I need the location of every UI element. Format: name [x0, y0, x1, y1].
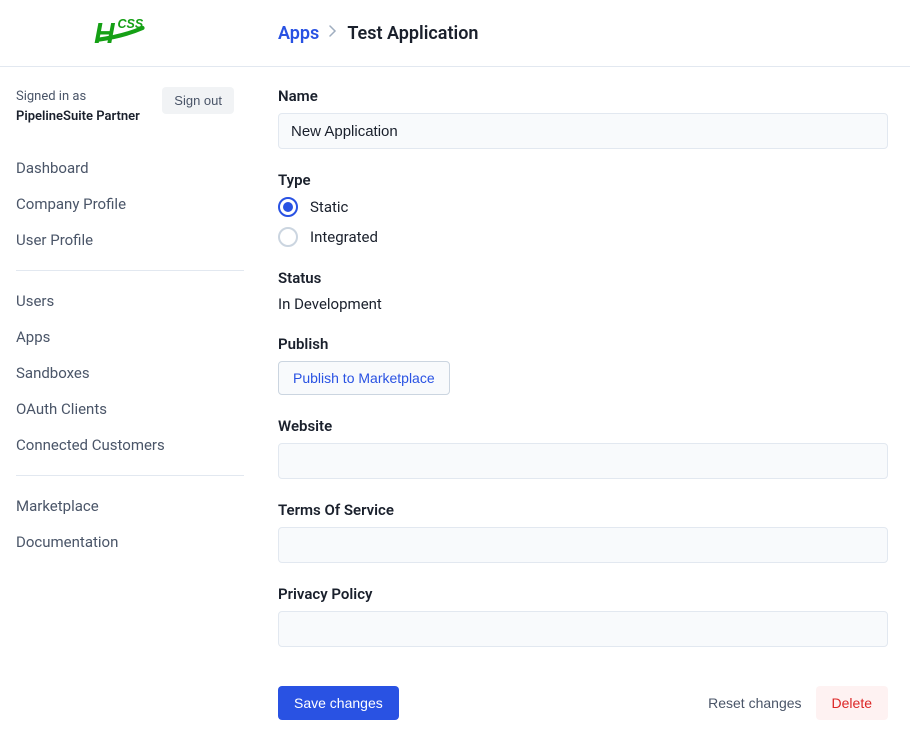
nav-section-resources: Users Apps Sandboxes OAuth Clients Conne… — [16, 270, 244, 463]
sidebar-item-apps[interactable]: Apps — [16, 319, 244, 355]
tos-label: Terms Of Service — [278, 501, 888, 519]
nav-section-account: Dashboard Company Profile User Profile — [16, 150, 244, 258]
logo: H CSS — [85, 13, 170, 53]
website-label: Website — [278, 417, 888, 435]
sidebar-item-users[interactable]: Users — [16, 283, 244, 319]
type-label: Type — [278, 171, 888, 189]
main-content: Name Type Static Integrated Statu — [244, 67, 910, 736]
publish-button[interactable]: Publish to Marketplace — [278, 361, 450, 395]
name-group: Name — [278, 87, 888, 149]
svg-text:H: H — [94, 18, 115, 50]
sidebar: Signed in as PipelineSuite Partner Sign … — [0, 67, 244, 736]
website-input[interactable] — [278, 443, 888, 479]
status-label: Status — [278, 269, 888, 287]
header: H CSS Apps Test Application — [0, 0, 910, 67]
breadcrumb-current: Test Application — [347, 23, 478, 44]
status-group: Status In Development — [278, 269, 888, 313]
name-input[interactable] — [278, 113, 888, 149]
website-group: Website — [278, 417, 888, 479]
partner-name: PipelineSuite Partner — [16, 109, 140, 124]
breadcrumb-apps-link[interactable]: Apps — [278, 23, 319, 44]
radio-integrated-label: Integrated — [310, 228, 378, 246]
publish-label: Publish — [278, 335, 888, 353]
status-value: In Development — [278, 295, 888, 313]
privacy-input[interactable] — [278, 611, 888, 647]
sidebar-item-user-profile[interactable]: User Profile — [16, 222, 244, 258]
signin-block: Signed in as PipelineSuite Partner Sign … — [16, 87, 244, 126]
publish-group: Publish Publish to Marketplace — [278, 335, 888, 395]
signout-button[interactable]: Sign out — [162, 87, 234, 114]
sidebar-item-company-profile[interactable]: Company Profile — [16, 186, 244, 222]
tos-input[interactable] — [278, 527, 888, 563]
nav-section-links: Marketplace Documentation — [16, 475, 244, 560]
name-label: Name — [278, 87, 888, 105]
privacy-label: Privacy Policy — [278, 585, 888, 603]
radio-integrated[interactable]: Integrated — [278, 227, 888, 247]
chevron-right-icon — [329, 25, 337, 41]
sidebar-item-documentation[interactable]: Documentation — [16, 524, 244, 560]
action-bar: Save changes Reset changes Delete — [278, 670, 888, 736]
radio-static-label: Static — [310, 198, 348, 216]
save-button[interactable]: Save changes — [278, 686, 399, 720]
sidebar-item-oauth-clients[interactable]: OAuth Clients — [16, 391, 244, 427]
sidebar-item-dashboard[interactable]: Dashboard — [16, 150, 244, 186]
sidebar-item-sandboxes[interactable]: Sandboxes — [16, 355, 244, 391]
radio-static[interactable]: Static — [278, 197, 888, 217]
sidebar-item-connected-customers[interactable]: Connected Customers — [16, 427, 244, 463]
type-group: Type Static Integrated — [278, 171, 888, 247]
delete-button[interactable]: Delete — [816, 686, 888, 720]
radio-circle-icon — [278, 227, 298, 247]
tos-group: Terms Of Service — [278, 501, 888, 563]
privacy-group: Privacy Policy — [278, 585, 888, 647]
radio-circle-selected-icon — [278, 197, 298, 217]
breadcrumb: Apps Test Application — [278, 23, 478, 44]
signed-in-label: Signed in as — [16, 89, 86, 104]
reset-button[interactable]: Reset changes — [708, 695, 801, 711]
sidebar-item-marketplace[interactable]: Marketplace — [16, 488, 244, 524]
